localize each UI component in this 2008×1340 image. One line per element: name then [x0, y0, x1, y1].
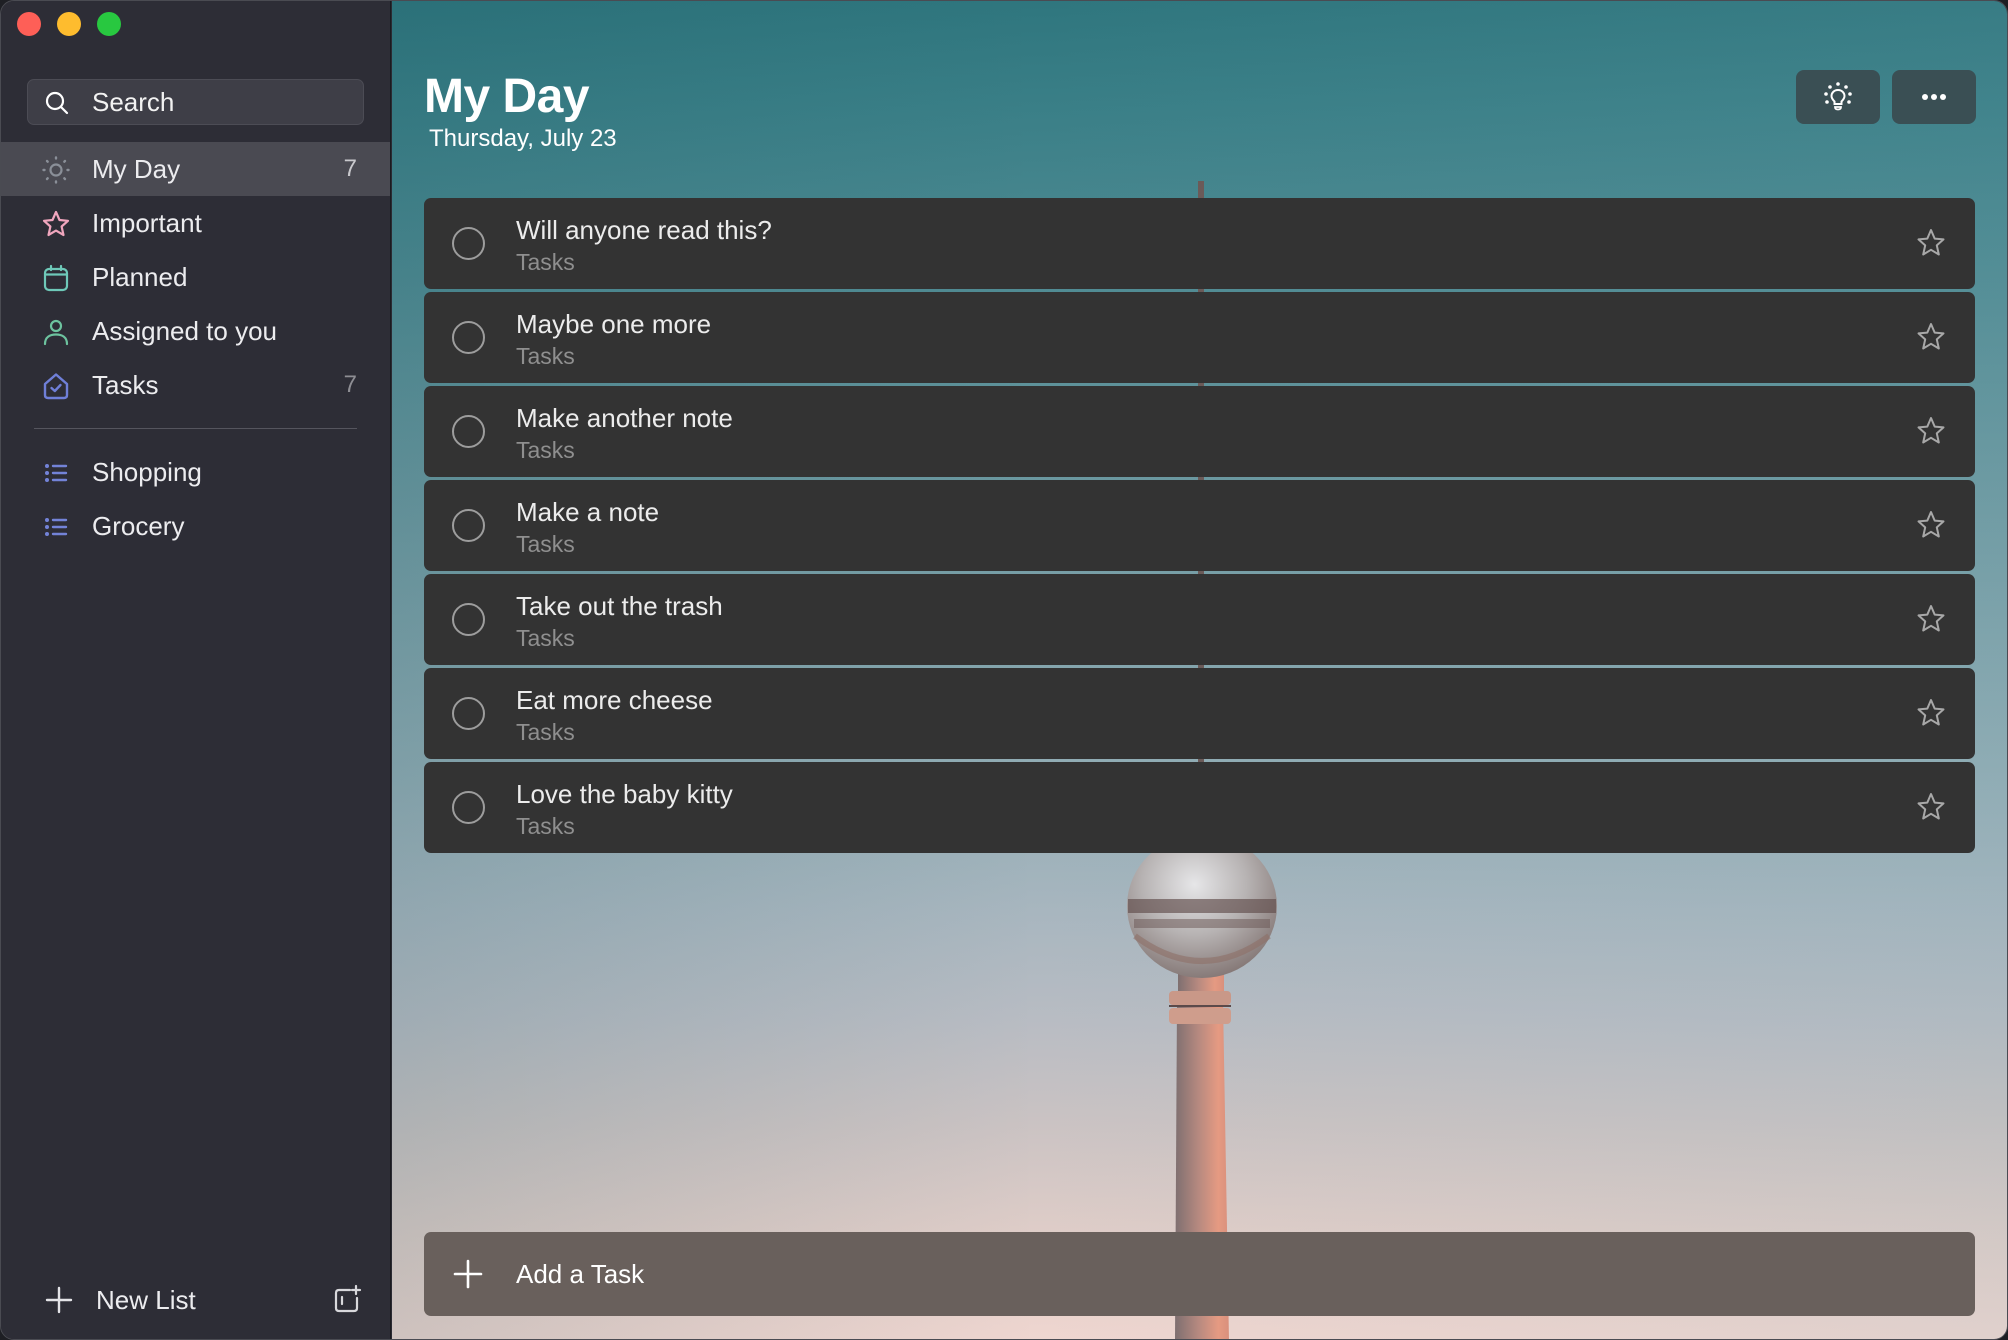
complete-task-checkbox[interactable] — [452, 415, 485, 448]
suggestions-button[interactable] — [1796, 70, 1880, 124]
search-icon — [45, 91, 69, 115]
task-title: Eat more cheese — [516, 685, 713, 715]
complete-task-checkbox[interactable] — [452, 791, 485, 824]
task-list-name: Tasks — [516, 343, 575, 369]
item-count: 7 — [343, 371, 357, 398]
sidebar-item-label: Grocery — [92, 510, 185, 541]
star-icon — [42, 210, 70, 237]
page-title: My Day — [424, 70, 590, 123]
item-count: 7 — [343, 155, 357, 182]
sidebar-item-important[interactable]: Important — [1, 196, 390, 250]
task-item[interactable]: Maybe one more Tasks — [424, 292, 1975, 383]
maximize-window-button[interactable] — [97, 12, 121, 36]
star-icon[interactable] — [1915, 697, 1947, 729]
complete-task-checkbox[interactable] — [452, 321, 485, 354]
complete-task-checkbox[interactable] — [452, 697, 485, 730]
task-item[interactable]: Take out the trash Tasks — [424, 574, 1975, 665]
task-item[interactable]: Eat more cheese Tasks — [424, 668, 1975, 759]
task-list-name: Tasks — [516, 531, 575, 557]
complete-task-checkbox[interactable] — [452, 509, 485, 542]
search-input[interactable] — [92, 80, 352, 124]
smart-lists: My Day 7 Important Planned Assigned to y… — [1, 142, 390, 553]
complete-task-checkbox[interactable] — [452, 227, 485, 260]
sidebar-item-shopping[interactable]: Shopping — [1, 445, 390, 499]
window-controls — [17, 12, 121, 36]
task-title: Love the baby kitty — [516, 779, 733, 809]
main-pane: My Day Thursday, July 23 Will anyone rea… — [392, 1, 2007, 1339]
more-icon — [1922, 94, 1946, 100]
task-title: Will anyone read this? — [516, 215, 772, 245]
new-list-button[interactable]: New List — [1, 1275, 390, 1325]
star-icon[interactable] — [1915, 415, 1947, 447]
list-icon — [45, 464, 68, 482]
new-group-icon[interactable] — [331, 1283, 363, 1315]
sidebar-item-label: Shopping — [92, 456, 202, 487]
task-list-name: Tasks — [516, 719, 575, 745]
search-box[interactable] — [27, 79, 364, 125]
sidebar-item-grocery[interactable]: Grocery — [1, 499, 390, 553]
task-title: Maybe one more — [516, 309, 712, 339]
sidebar-divider — [34, 428, 357, 429]
task-title: Make a note — [516, 497, 660, 527]
sidebar-item-label: Important — [92, 207, 202, 238]
sidebar-item-label: Planned — [92, 261, 188, 292]
calendar-icon — [43, 264, 69, 292]
task-item[interactable]: Will anyone read this? Tasks — [424, 198, 1975, 289]
task-list-name: Tasks — [516, 625, 575, 651]
add-task-bar[interactable] — [424, 1232, 1975, 1316]
task-title: Take out the trash — [516, 591, 723, 621]
sidebar-item-label: Tasks — [92, 369, 159, 400]
sidebar-item-assigned-to-you[interactable]: Assigned to you — [1, 304, 390, 358]
sun-icon — [42, 156, 70, 184]
task-title: Make another note — [516, 403, 733, 433]
page-date: Thursday, July 23 — [429, 125, 617, 152]
more-options-button[interactable] — [1892, 70, 1976, 124]
task-item[interactable]: Make another note Tasks — [424, 386, 1975, 477]
task-item[interactable]: Love the baby kitty Tasks — [424, 762, 1975, 853]
star-icon[interactable] — [1915, 509, 1947, 541]
lightbulb-icon — [1824, 82, 1852, 111]
complete-task-checkbox[interactable] — [452, 603, 485, 636]
sidebar: My Day 7 Important Planned — [1, 1, 391, 1339]
plus-icon — [453, 1259, 483, 1289]
sidebar-item-label: My Day — [92, 153, 181, 184]
task-list-name: Tasks — [516, 249, 575, 275]
sidebar-item-tasks[interactable]: Tasks 7 — [1, 358, 390, 412]
sidebar-item-planned[interactable]: Planned — [1, 250, 390, 304]
task-list-name: Tasks — [516, 813, 575, 839]
sidebar-item-my-day[interactable]: My Day 7 — [1, 142, 390, 196]
add-task-input[interactable] — [516, 1232, 1916, 1316]
close-window-button[interactable] — [17, 12, 41, 36]
new-list-label: New List — [96, 1285, 196, 1315]
star-icon[interactable] — [1915, 227, 1947, 259]
app-window: My Day 7 Important Planned — [0, 0, 2008, 1340]
minimize-window-button[interactable] — [57, 12, 81, 36]
star-icon[interactable] — [1915, 321, 1947, 353]
home-check-icon — [43, 373, 69, 400]
person-icon — [43, 319, 69, 346]
task-list: Will anyone read this? Tasks Maybe one m… — [424, 198, 1975, 856]
list-icon — [45, 518, 68, 536]
task-item[interactable]: Make a note Tasks — [424, 480, 1975, 571]
sidebar-item-label: Assigned to you — [92, 315, 278, 346]
task-list-name: Tasks — [516, 437, 575, 463]
plus-icon — [45, 1286, 73, 1314]
star-icon[interactable] — [1915, 603, 1947, 635]
star-icon[interactable] — [1915, 791, 1947, 823]
